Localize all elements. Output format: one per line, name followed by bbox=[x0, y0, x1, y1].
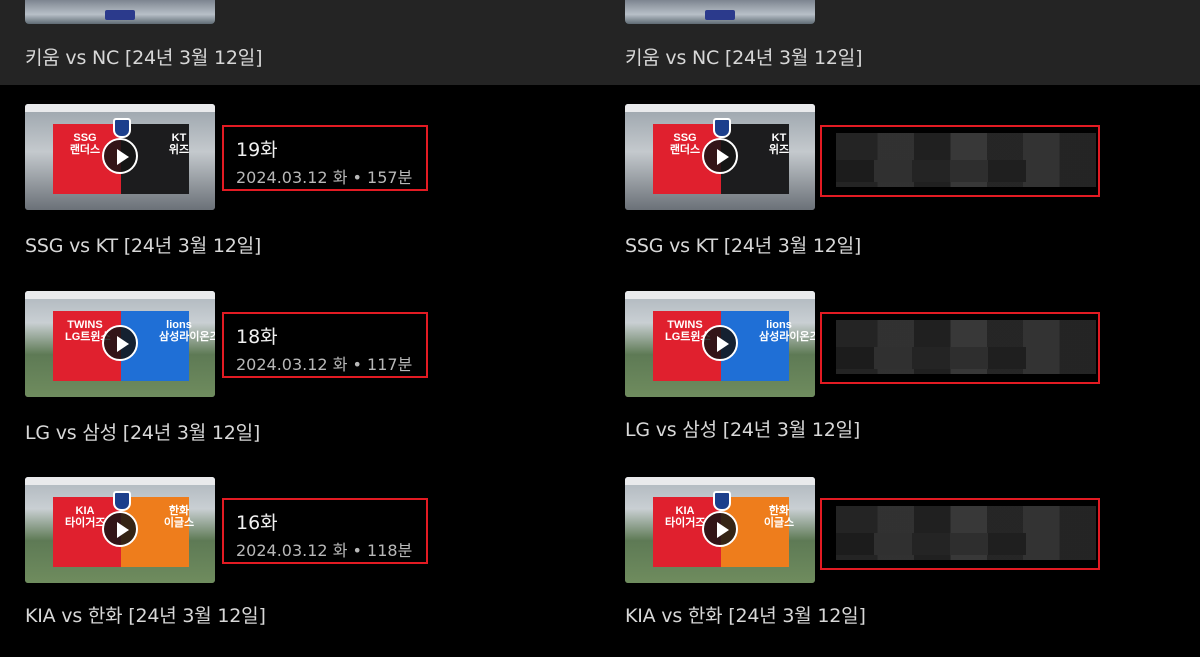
game-title[interactable]: KIA vs 한화 [24년 3월 12일] bbox=[25, 601, 266, 628]
redacted-episode-info bbox=[820, 498, 1100, 570]
game-title[interactable]: 키움 vs NC [24년 3월 12일] bbox=[25, 43, 262, 70]
play-icon[interactable] bbox=[102, 325, 138, 361]
episode-info-highlight: 19화 2024.03.12 화 • 157분 bbox=[222, 125, 428, 191]
play-icon[interactable] bbox=[702, 511, 738, 547]
game-title[interactable]: SSG vs KT [24년 3월 12일] bbox=[25, 231, 261, 258]
previous-item-band: 키움 vs NC [24년 3월 12일] bbox=[0, 0, 600, 85]
episode-number: 19화 bbox=[236, 139, 278, 161]
away-team-label: KT 위즈 bbox=[168, 132, 190, 156]
kbo-emblem-icon bbox=[113, 118, 131, 138]
video-thumbnail[interactable]: KIA 타이거즈 한화 이글스 bbox=[625, 477, 815, 583]
video-thumbnail[interactable] bbox=[25, 0, 215, 24]
home-team-label: SSG 랜더스 bbox=[669, 132, 701, 156]
kbo-emblem-icon bbox=[713, 491, 731, 511]
episode-item[interactable]: SSG 랜더스 KT 위즈 19화 2024.03.12 화 • 157분 SS… bbox=[0, 104, 600, 284]
episode-info-highlight: 18화 2024.03.12 화 • 117분 bbox=[222, 312, 428, 378]
video-thumbnail[interactable]: TWINS LG트윈스 lions 삼성라이온즈 bbox=[625, 291, 815, 397]
episode-meta: 2024.03.12 화 • 117분 bbox=[236, 355, 413, 374]
game-title[interactable]: 키움 vs NC [24년 3월 12일] bbox=[625, 43, 862, 70]
away-team-label: lions 삼성라이온즈 bbox=[759, 319, 815, 343]
episode-item[interactable]: KIA 타이거즈 한화 이글스 16화 2024.03.12 화 • 118분 … bbox=[0, 477, 600, 657]
kbo-emblem-icon bbox=[713, 118, 731, 138]
game-title[interactable]: LG vs 삼성 [24년 3월 12일] bbox=[625, 415, 860, 442]
home-team-label: TWINS LG트윈스 bbox=[65, 319, 111, 343]
video-thumbnail[interactable]: KIA 타이거즈 한화 이글스 bbox=[25, 477, 215, 583]
episode-info-highlight: 16화 2024.03.12 화 • 118분 bbox=[222, 498, 428, 564]
away-team-label: KT 위즈 bbox=[768, 132, 790, 156]
away-team-label: 한화 이글스 bbox=[163, 505, 195, 529]
home-team-label: KIA 타이거즈 bbox=[665, 505, 706, 529]
redacted-episode-info bbox=[820, 125, 1100, 197]
home-team-label: KIA 타이거즈 bbox=[65, 505, 106, 529]
home-team-label: SSG 랜더스 bbox=[69, 132, 101, 156]
video-thumbnail[interactable]: SSG 랜더스 KT 위즈 bbox=[625, 104, 815, 210]
video-thumbnail[interactable]: SSG 랜더스 KT 위즈 bbox=[25, 104, 215, 210]
episode-number: 18화 bbox=[236, 326, 278, 348]
play-icon[interactable] bbox=[702, 138, 738, 174]
game-title[interactable]: KIA vs 한화 [24년 3월 12일] bbox=[625, 601, 866, 628]
previous-item-band: 키움 vs NC [24년 3월 12일] bbox=[600, 0, 1200, 85]
redacted-episode-info bbox=[820, 312, 1100, 384]
left-episode-list: 키움 vs NC [24년 3월 12일] SSG 랜더스 KT 위즈 19화 … bbox=[0, 0, 600, 628]
play-icon[interactable] bbox=[102, 138, 138, 174]
league-logo bbox=[105, 10, 135, 20]
episode-item[interactable]: TWINS LG트윈스 lions 삼성라이온즈 18화 2024.03.12 … bbox=[0, 291, 600, 471]
episode-meta: 2024.03.12 화 • 157분 bbox=[236, 168, 413, 187]
home-team-label: TWINS LG트윈스 bbox=[665, 319, 711, 343]
league-logo bbox=[705, 10, 735, 20]
episode-number: 16화 bbox=[236, 512, 278, 534]
video-thumbnail[interactable] bbox=[625, 0, 815, 24]
play-icon[interactable] bbox=[102, 511, 138, 547]
episode-meta: 2024.03.12 화 • 118분 bbox=[236, 541, 413, 560]
away-team-label: lions 삼성라이온즈 bbox=[159, 319, 215, 343]
kbo-emblem-icon bbox=[113, 491, 131, 511]
play-icon[interactable] bbox=[702, 325, 738, 361]
away-team-label: 한화 이글스 bbox=[763, 505, 795, 529]
game-title[interactable]: LG vs 삼성 [24년 3월 12일] bbox=[25, 418, 260, 445]
game-title[interactable]: SSG vs KT [24년 3월 12일] bbox=[625, 231, 861, 258]
video-thumbnail[interactable]: TWINS LG트윈스 lions 삼성라이온즈 bbox=[25, 291, 215, 397]
